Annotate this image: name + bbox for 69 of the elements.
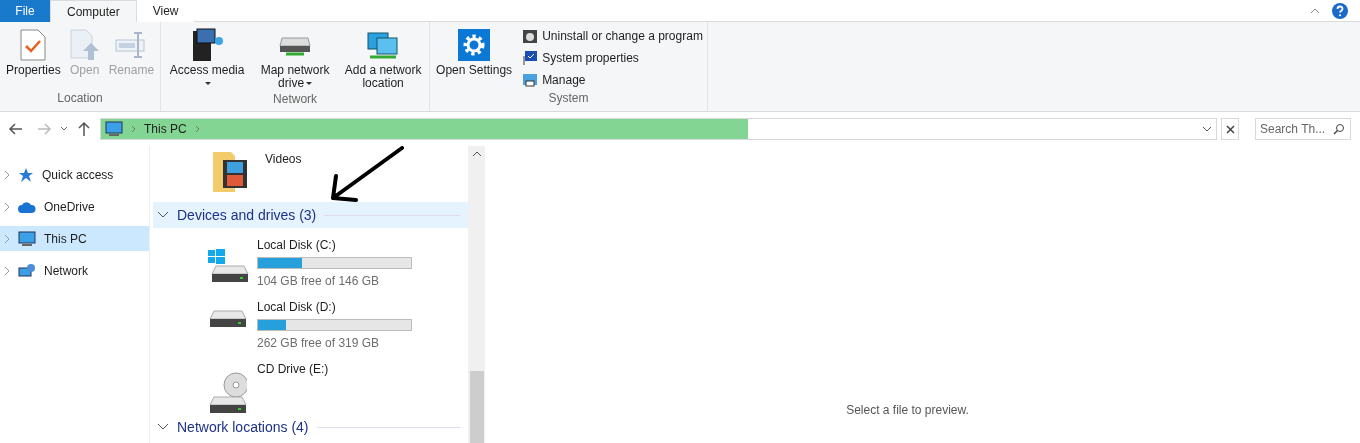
- windows-drive-icon: [207, 248, 249, 283]
- drive-name: Local Disk (D:): [257, 299, 337, 316]
- close-icon[interactable]: [1221, 118, 1239, 140]
- monitor-check-icon: [522, 49, 539, 66]
- help-icon[interactable]: [1332, 2, 1348, 19]
- breadcrumb-chevron-icon: [131, 125, 136, 133]
- scrollbar-thumb[interactable]: [469, 371, 484, 443]
- star-icon: [18, 166, 34, 183]
- hard-drive-icon: [209, 310, 247, 328]
- ribbon-button[interactable]: Access media: [165, 26, 250, 90]
- ribbon-button[interactable]: Map network drive: [253, 26, 338, 90]
- checklist-page-icon: [19, 29, 48, 61]
- disc-box-icon: [522, 27, 539, 44]
- nav-pane-item[interactable]: Quick access: [0, 162, 149, 187]
- text-cursor-icon: [115, 29, 148, 61]
- drive-free-space: 262 GB free of 319 GB: [257, 335, 381, 352]
- ribbon-group-label: Location: [56, 90, 104, 107]
- forward-arrow-icon[interactable]: [36, 121, 52, 137]
- file-menu-button[interactable]: File: [0, 0, 50, 22]
- ribbon-small-button[interactable]: Manage: [522, 70, 703, 89]
- ribbon-small-button[interactable]: Uninstall or change a program: [522, 26, 703, 45]
- back-arrow-icon[interactable]: [8, 121, 24, 137]
- video-folder-icon: [211, 150, 249, 192]
- group-header[interactable]: Network locations (4): [153, 414, 468, 440]
- nav-pane-item[interactable]: Network: [0, 258, 149, 283]
- search-field[interactable]: Search Th...: [1255, 118, 1351, 140]
- ribbon-button[interactable]: Add a network location: [341, 26, 426, 90]
- cloud-icon: [18, 200, 36, 213]
- folder-label[interactable]: Videos: [265, 150, 302, 202]
- expand-chevron-icon[interactable]: [4, 265, 10, 276]
- expand-chevron-icon[interactable]: [4, 201, 10, 212]
- ribbon-small-button[interactable]: System properties: [522, 48, 703, 67]
- drive-tile[interactable]: CD Drive (E:): [153, 352, 468, 414]
- nav-pane-item[interactable]: This PC: [0, 226, 149, 251]
- computer-manage-icon: [522, 71, 539, 88]
- gear-icon: [458, 29, 491, 61]
- nav-pane-item[interactable]: OneDrive: [0, 194, 149, 219]
- preview-message: Select a file to preview.: [846, 402, 969, 419]
- cd-drive-icon: [209, 372, 247, 414]
- breadcrumb-chevron-icon: [194, 125, 200, 133]
- address-bar[interactable]: This PC: [100, 118, 1217, 140]
- expand-chevron-icon[interactable]: [4, 169, 10, 180]
- ribbon-tab[interactable]: Computer: [50, 0, 137, 22]
- drive-name: Local Disk (C:): [257, 237, 337, 254]
- collapse-chevron-icon: [157, 211, 169, 219]
- search-icon: [1333, 123, 1345, 135]
- ribbon-tab[interactable]: View: [136, 0, 195, 22]
- monitor-icon: [105, 121, 123, 137]
- group-header[interactable]: Devices and drives (3): [153, 202, 468, 228]
- ribbon-group-label: System: [547, 90, 590, 107]
- breadcrumb-item[interactable]: This PC: [144, 120, 187, 138]
- collapse-ribbon-icon[interactable]: [1310, 7, 1320, 14]
- up-arrow-icon[interactable]: [76, 121, 92, 137]
- page-arrow-icon: [68, 29, 101, 61]
- ribbon-button[interactable]: Properties: [4, 26, 63, 89]
- expand-chevron-icon[interactable]: [4, 233, 10, 244]
- drive-name: CD Drive (E:): [257, 361, 329, 378]
- vertical-scrollbar[interactable]: [468, 146, 485, 443]
- chevron-down-icon[interactable]: [60, 126, 68, 132]
- drive-tile[interactable]: Local Disk (C:) 104 GB free of 146 GB: [153, 228, 468, 290]
- network-globe-icon: [18, 262, 36, 279]
- drive-tile[interactable]: Local Disk (D:) 262 GB free of 319 GB: [153, 290, 468, 352]
- ribbon-group-label: Network: [272, 91, 319, 108]
- monitor-icon: [18, 230, 36, 247]
- ribbon-button[interactable]: Open Settings: [434, 26, 515, 89]
- collapse-chevron-icon: [157, 423, 169, 431]
- network-monitors-icon: [366, 29, 401, 61]
- scroll-up-icon[interactable]: [471, 150, 482, 158]
- drive-free-space: 104 GB free of 146 GB: [257, 273, 381, 290]
